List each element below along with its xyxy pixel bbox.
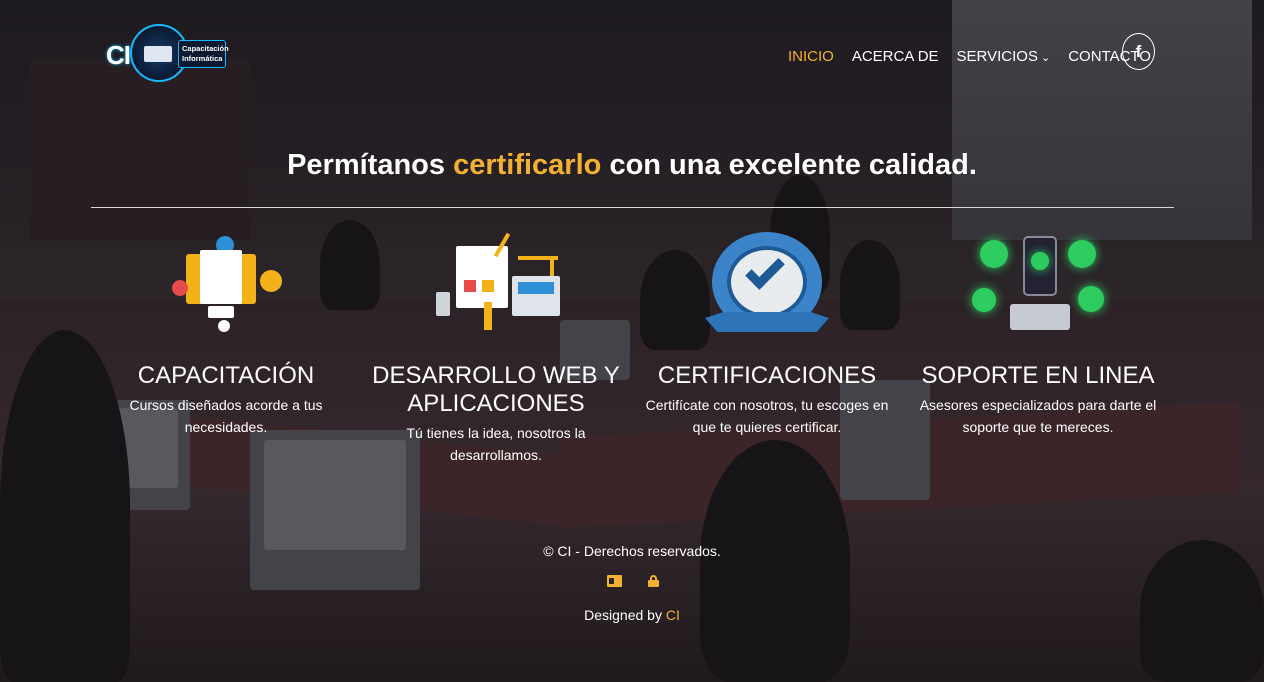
certification-badge-icon: [697, 232, 837, 332]
feature-title: SOPORTE EN LINEA: [921, 362, 1155, 389]
nav-item-inicio[interactable]: INICIO: [788, 48, 834, 65]
feature-title: DESARROLLO WEB Y APLICACIONES: [372, 362, 620, 417]
feature-capacitacion: CAPACITACIÓN Cursos diseñados acorde a t…: [101, 232, 351, 438]
logo-line-1: Capacitación: [182, 44, 229, 53]
hero-prefix: Permítanos: [287, 149, 446, 181]
nav-item-servicios-label: SERVICIOS: [956, 47, 1038, 65]
designed-by: Designed by CI: [0, 607, 1264, 623]
logo-mark: CI: [106, 40, 131, 70]
facebook-icon[interactable]: f: [1122, 33, 1155, 70]
feature-description: Tú tienes la idea, nosotros la desarroll…: [406, 425, 586, 463]
feature-description: Certifícate con nosotros, tu escoges en …: [645, 397, 889, 435]
logo-line-2: Informática: [182, 54, 223, 63]
site-header: CI Capacitación Informática INICIO ACERC…: [0, 0, 1264, 100]
hero-title: Permítanos certificarlo con una excelent…: [0, 149, 1264, 182]
web-development-icon: [426, 232, 566, 332]
id-card-icon[interactable]: [607, 575, 622, 587]
feature-title: CERTIFICACIONES: [657, 362, 877, 389]
training-icon: [156, 232, 296, 332]
logo[interactable]: CI Capacitación Informática: [106, 24, 229, 82]
feature-soporte-en-linea: SOPORTE EN LINEA Asesores especializados…: [913, 232, 1163, 438]
online-support-icon: [968, 232, 1108, 332]
hero-suffix: con una excelente calidad.: [609, 149, 977, 181]
feature-description: Asesores especializados para darte el so…: [919, 397, 1157, 435]
designed-by-prefix: Designed by: [584, 607, 662, 623]
designed-by-link[interactable]: CI: [666, 607, 680, 623]
hero-highlight: certificarlo: [453, 149, 602, 181]
feature-certificaciones: CERTIFICACIONES Certifícate con nosotros…: [642, 232, 892, 438]
copyright-text: © CI - Derechos reservados.: [543, 543, 721, 559]
lock-icon[interactable]: [648, 575, 659, 587]
divider: [91, 207, 1174, 208]
computer-icon: [144, 46, 172, 62]
feature-desarrollo-web: DESARROLLO WEB Y APLICACIONES Tú tienes …: [371, 232, 621, 466]
chevron-down-icon: ⌄: [1040, 51, 1051, 64]
feature-title: CAPACITACIÓN: [137, 362, 315, 389]
nav-item-acerca-de[interactable]: ACERCA DE: [852, 48, 939, 65]
feature-description: Cursos diseñados acorde a tus necesidade…: [129, 397, 323, 435]
footer-icons: [607, 575, 659, 587]
nav-item-servicios[interactable]: SERVICIOS ⌄: [957, 48, 1051, 65]
main-nav: INICIO ACERCA DE SERVICIOS ⌄ CONTACTO: [788, 46, 1169, 66]
